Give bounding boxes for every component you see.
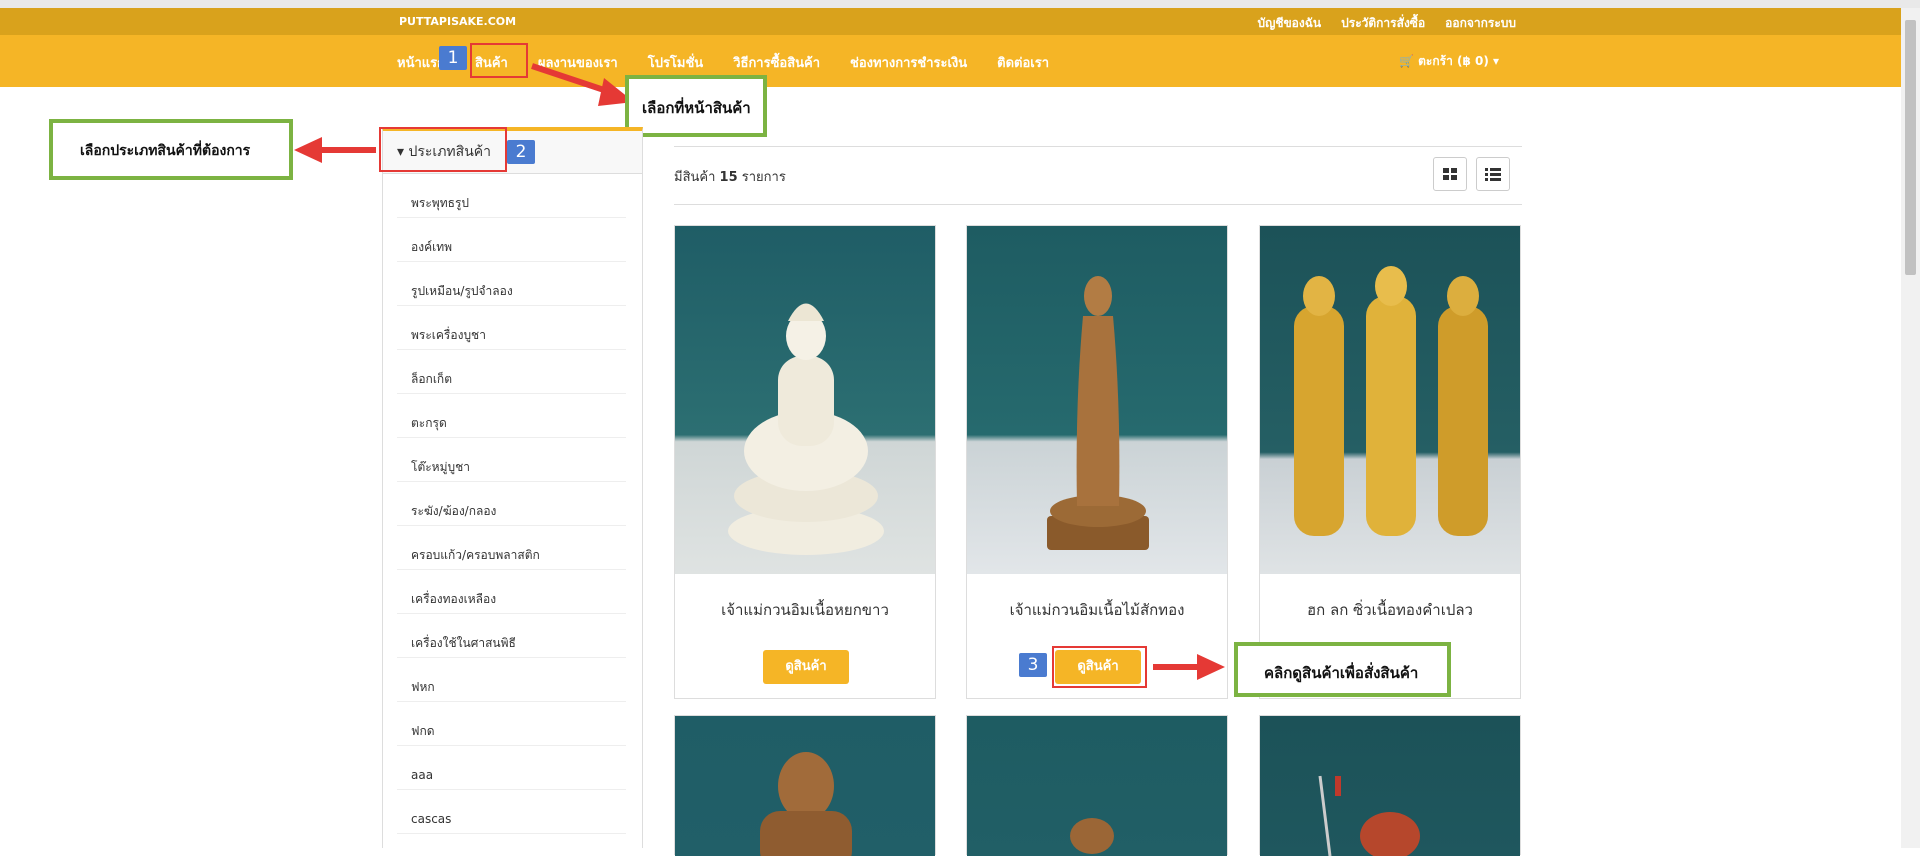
- arrow-to-callout-3: [1153, 654, 1225, 680]
- nav-contact[interactable]: ติดต่อเรา: [997, 52, 1049, 73]
- category-item[interactable]: ฟกด: [397, 702, 626, 746]
- category-item[interactable]: ฟหก: [397, 658, 626, 702]
- top-bar: PUTTAPISAKE.COM บัญชีของฉัน ประวัติการสั…: [0, 8, 1901, 35]
- product-card: [966, 715, 1228, 856]
- category-item[interactable]: โต๊ะหมู่บูชา: [397, 438, 626, 482]
- arrow-to-callout-1: [531, 63, 634, 106]
- product-name[interactable]: เจ้าแม่กวนอิมเนื้อไม้สักทอง: [967, 598, 1227, 622]
- cart-icon: 🛒: [1399, 54, 1419, 68]
- step-badge-2: 2: [507, 140, 535, 164]
- product-count: มีสินค้า 15 รายการ: [674, 166, 786, 187]
- category-item[interactable]: ตะกรุด: [397, 394, 626, 438]
- category-item[interactable]: พระเครื่องบูชา: [397, 306, 626, 350]
- my-account-link[interactable]: บัญชีของฉัน: [1257, 14, 1321, 33]
- warrior-statue-image: [760, 752, 852, 856]
- product-image[interactable]: [1260, 716, 1520, 856]
- account-links: บัญชีของฉัน ประวัติการสั่งซื้อ ออกจากระบ…: [1257, 14, 1516, 33]
- grid-view-button[interactable]: [1433, 157, 1467, 191]
- page-scrollbar[interactable]: [1901, 8, 1920, 848]
- callout-view-product: คลิกดูสินค้าเพื่อสั่งสินค้า: [1234, 642, 1451, 697]
- teak-wood-statue-image: [1047, 276, 1149, 550]
- category-item[interactable]: aaa: [397, 746, 626, 790]
- product-image[interactable]: [1260, 226, 1520, 574]
- product-image[interactable]: [675, 226, 935, 574]
- list-icon: [1485, 168, 1501, 181]
- product-listing: มีสินค้า 15 รายการ เจ้าแม่กวนอิมเนื้อหยก…: [674, 146, 1522, 856]
- category-item[interactable]: ครอบแก้ว/ครอบพลาสติก: [397, 526, 626, 570]
- nav-promotions[interactable]: โปรโมชั่น: [648, 52, 703, 73]
- listing-toolbar: มีสินค้า 15 รายการ: [674, 146, 1522, 205]
- count-value: 15: [719, 170, 738, 185]
- category-sidebar: ▾ ประเภทสินค้า พระพุทธรูป องค์เทพ รูปเหม…: [382, 127, 643, 848]
- nav-home[interactable]: หน้าแรก: [397, 52, 445, 73]
- product-card: [674, 715, 936, 856]
- highlight-products-nav: [470, 43, 528, 78]
- category-item[interactable]: ล็อกเก็ต: [397, 350, 626, 394]
- step-badge-1: 1: [439, 46, 467, 70]
- product-image[interactable]: [967, 226, 1227, 574]
- nav-how-to-buy[interactable]: วิธีการซื้อสินค้า: [733, 52, 820, 73]
- category-item[interactable]: พระพุทธรูป: [397, 174, 626, 218]
- list-view-button[interactable]: [1476, 157, 1510, 191]
- category-item[interactable]: เครื่องทองเหลือง: [397, 570, 626, 614]
- site-brand[interactable]: PUTTAPISAKE.COM: [399, 15, 516, 28]
- main-navbar: หน้าแรก สินค้า ผลงานของเรา โปรโมชั่น วิธ…: [0, 35, 1901, 87]
- category-item[interactable]: cascas: [397, 790, 626, 834]
- category-item[interactable]: รูปเหมือน/รูปจำลอง: [397, 262, 626, 306]
- highlight-category-header: [379, 127, 507, 172]
- scrollbar-thumb[interactable]: [1905, 20, 1916, 275]
- cart-dropdown[interactable]: 🛒 ตะกร้า (฿ 0) ▾: [1399, 52, 1499, 71]
- category-item[interactable]: ระฆัง/ฆ้อง/กลอง: [397, 482, 626, 526]
- product-name[interactable]: เจ้าแม่กวนอิมเนื้อหยกขาว: [675, 598, 935, 622]
- callout-product-page: เลือกที่หน้าสินค้า: [625, 75, 767, 137]
- category-item[interactable]: องค์เทพ: [397, 218, 626, 262]
- guan-yu-statue-image: [1318, 775, 1420, 856]
- product-card: [1259, 715, 1521, 856]
- product-image[interactable]: [675, 716, 935, 856]
- browser-top-edge: [0, 0, 1920, 8]
- callout-category: เลือกประเภทสินค้าที่ต้องการ: [49, 119, 293, 180]
- product-card: เจ้าแม่กวนอิมเนื้อไม้สักทอง ดูสินค้า: [966, 225, 1228, 699]
- arrow-to-callout-2: [294, 137, 376, 163]
- figurine-statue-image: [1070, 818, 1114, 854]
- gold-leaf-statues-image: [1294, 266, 1488, 536]
- logout-link[interactable]: ออกจากระบบ: [1445, 14, 1516, 33]
- highlight-view-button: [1052, 646, 1147, 688]
- category-item[interactable]: เครื่องใช้ในศาสนพิธี: [397, 614, 626, 658]
- count-suffix: รายการ: [741, 170, 786, 185]
- nav-payment[interactable]: ช่องทางการชำระเงิน: [850, 52, 967, 73]
- view-product-button[interactable]: ดูสินค้า: [763, 650, 849, 684]
- product-image[interactable]: [967, 716, 1227, 856]
- product-card: เจ้าแม่กวนอิมเนื้อหยกขาว ดูสินค้า: [674, 225, 936, 699]
- grid-icon: [1443, 168, 1457, 180]
- cart-label: ตะกร้า (฿ 0) ▾: [1418, 54, 1500, 68]
- white-jade-statue-image: [728, 303, 884, 555]
- count-prefix: มีสินค้า: [674, 170, 716, 185]
- step-badge-3: 3: [1019, 653, 1047, 677]
- product-card: ฮก ลก ซิ่วเนื้อทองคำเปลว: [1259, 225, 1521, 699]
- product-name[interactable]: ฮก ลก ซิ่วเนื้อทองคำเปลว: [1260, 598, 1520, 622]
- category-list: พระพุทธรูป องค์เทพ รูปเหมือน/รูปจำลอง พร…: [383, 174, 642, 834]
- order-history-link[interactable]: ประวัติการสั่งซื้อ: [1341, 14, 1425, 33]
